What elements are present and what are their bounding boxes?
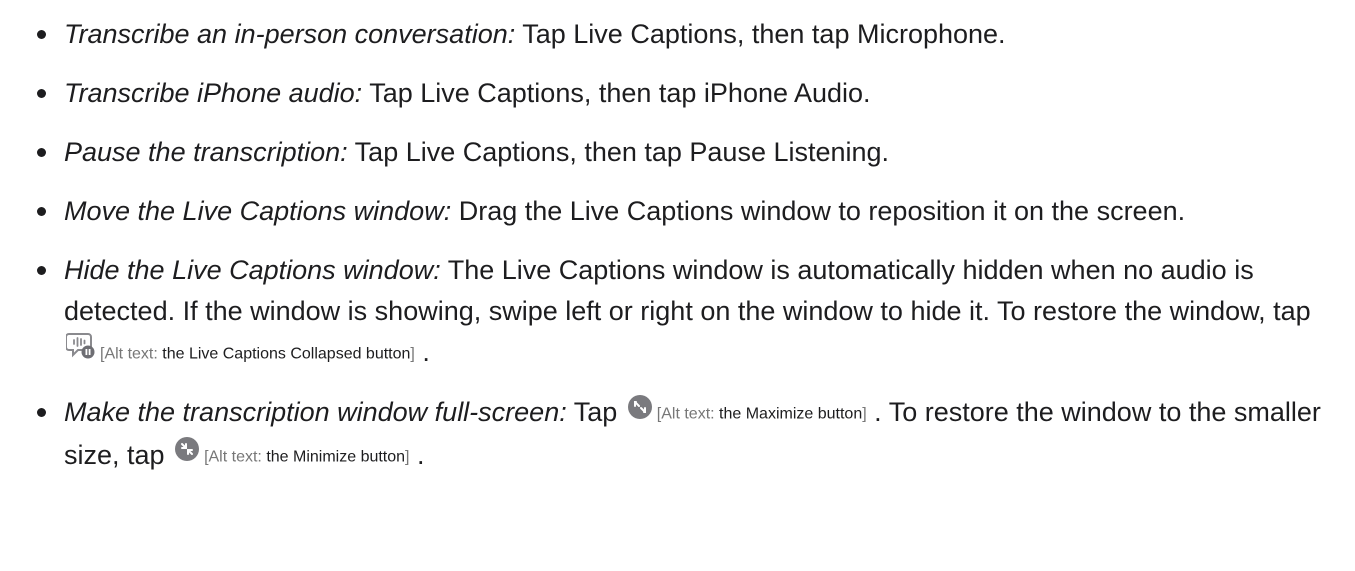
minimize-icon	[174, 433, 200, 474]
list-item: Pause the transcription: Tap Live Captio…	[0, 132, 1355, 173]
item-text: Tap	[566, 397, 625, 428]
item-text: Drag the Live Captions window to reposit…	[451, 196, 1186, 226]
list-item: Hide the Live Captions window: The Live …	[0, 250, 1355, 374]
list-item: Transcribe an in-person conversation: Ta…	[0, 14, 1355, 55]
live-captions-collapsed-icon	[65, 330, 96, 371]
alt-text: [Alt text: the Live Captions Collapsed b…	[100, 345, 415, 363]
item-end: .	[409, 439, 425, 470]
maximize-icon	[627, 391, 653, 432]
alt-text: [Alt text: the Minimize button]	[204, 448, 410, 466]
item-text: Tap Live Captions, then tap Microphone.	[515, 19, 1006, 49]
item-lead: Pause the transcription:	[64, 137, 348, 167]
item-end: .	[414, 337, 430, 367]
instruction-list: Transcribe an in-person conversation: Ta…	[0, 0, 1355, 495]
item-lead: Transcribe iPhone audio:	[64, 78, 363, 108]
item-text: Tap Live Captions, then tap iPhone Audio…	[362, 78, 871, 108]
alt-text: [Alt text: the Maximize button]	[656, 405, 867, 423]
item-lead: Hide the Live Captions window:	[64, 255, 441, 285]
list-item: Transcribe iPhone audio: Tap Live Captio…	[0, 73, 1355, 114]
list-item: Move the Live Captions window: Drag the …	[0, 191, 1355, 232]
item-lead: Move the Live Captions window:	[64, 196, 452, 226]
item-lead: Make the transcription window full-scree…	[64, 397, 567, 428]
list-item: Make the transcription window full-scree…	[0, 392, 1355, 477]
item-text: Tap Live Captions, then tap Pause Listen…	[347, 137, 890, 167]
item-lead: Transcribe an in-person conversation:	[64, 19, 516, 49]
